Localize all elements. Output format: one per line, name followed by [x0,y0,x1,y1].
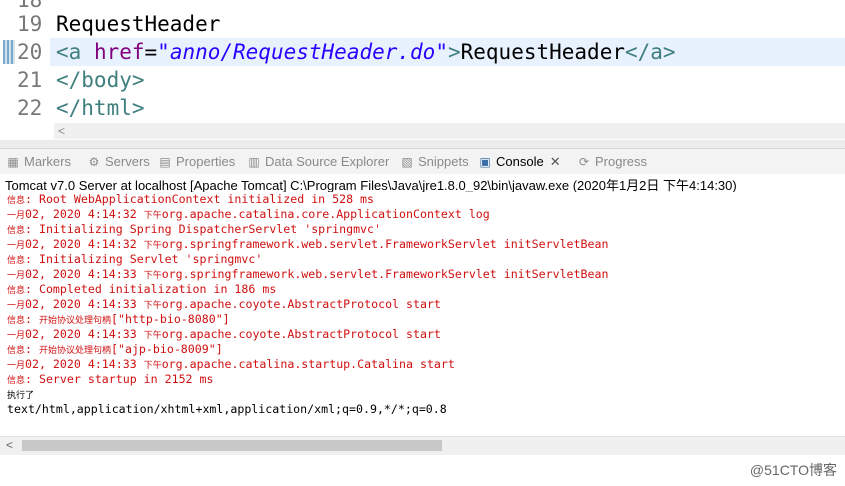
tab-label: Data Source Explorer [265,154,390,169]
data-source-icon: ▥ [248,154,260,169]
pane-separator[interactable] [0,140,845,148]
markers-icon: ▦ [7,154,19,169]
tab-snippets[interactable]: ▧ Snippets [400,153,469,170]
attr-name: href [93,40,145,64]
tab-data-source-explorer[interactable]: ▥ Data Source Explorer [247,153,389,170]
tab-progress[interactable]: ⟳ Progress [577,153,647,170]
code-line-19[interactable]: RequestHeader [56,10,220,38]
console-icon: ▣ [479,154,491,169]
tab-label: Servers [105,154,150,169]
tag-close: > [447,40,461,64]
change-marker [3,40,15,64]
code-line-22[interactable]: </html> [56,94,145,122]
tab-properties[interactable]: ▤ Properties [158,153,235,170]
tab-console[interactable]: ▣ Console ✕ [478,153,561,170]
close-icon[interactable]: ✕ [550,154,561,170]
scroll-left-icon[interactable]: < [6,438,13,452]
tag-open: <a [56,40,94,64]
console-line: 信息: Server startup in 2152 ms [7,372,214,386]
progress-icon: ⟳ [578,154,590,169]
line-number: 20 [17,40,43,64]
line-number: 21 [17,68,43,92]
console-horizontal-scrollbar[interactable]: < [0,436,845,455]
tab-markers[interactable]: ▦ Markers [6,153,71,170]
tab-label: Console [496,154,544,169]
line-number: 22 [17,96,43,120]
servers-icon: ⚙ [88,154,100,169]
properties-icon: ▤ [159,154,171,169]
tab-servers[interactable]: ⚙ Servers [87,153,150,170]
scrollbar-thumb[interactable] [22,440,442,451]
line-number: 19 [17,12,43,36]
tab-label: Snippets [418,154,469,169]
view-tab-bar: ▦ Markers ⚙ Servers ▤ Properties ▥ Data Sour… [0,148,845,174]
tab-label: Progress [595,154,648,169]
bottom-area [0,455,845,486]
equals: = [144,40,158,64]
code-editor[interactable]: 18 19 RequestHeader 20 <a href="anno/Req… [0,0,845,140]
scroll-left-icon[interactable]: < [58,123,65,139]
editor-horizontal-scrollbar[interactable]: < [54,123,845,139]
code-line-21[interactable]: </body> [56,66,145,94]
tab-label: Markers [24,154,71,169]
console-output[interactable]: 信息: Root WebApplicationContext initializ… [0,192,845,435]
snippets-icon: ▧ [401,154,413,169]
attr-value: "anno/RequestHeader.do" [157,40,448,64]
code-line-20[interactable]: <a href="anno/RequestHeader.do">RequestH… [56,38,676,66]
tag-end: </a> [625,40,676,64]
watermark: @51CTO博客 [749,462,837,478]
tab-label: Properties [176,154,236,169]
link-text: RequestHeader [460,40,625,64]
console-line: text/html,application/xhtml+xml,applicat… [7,402,447,416]
